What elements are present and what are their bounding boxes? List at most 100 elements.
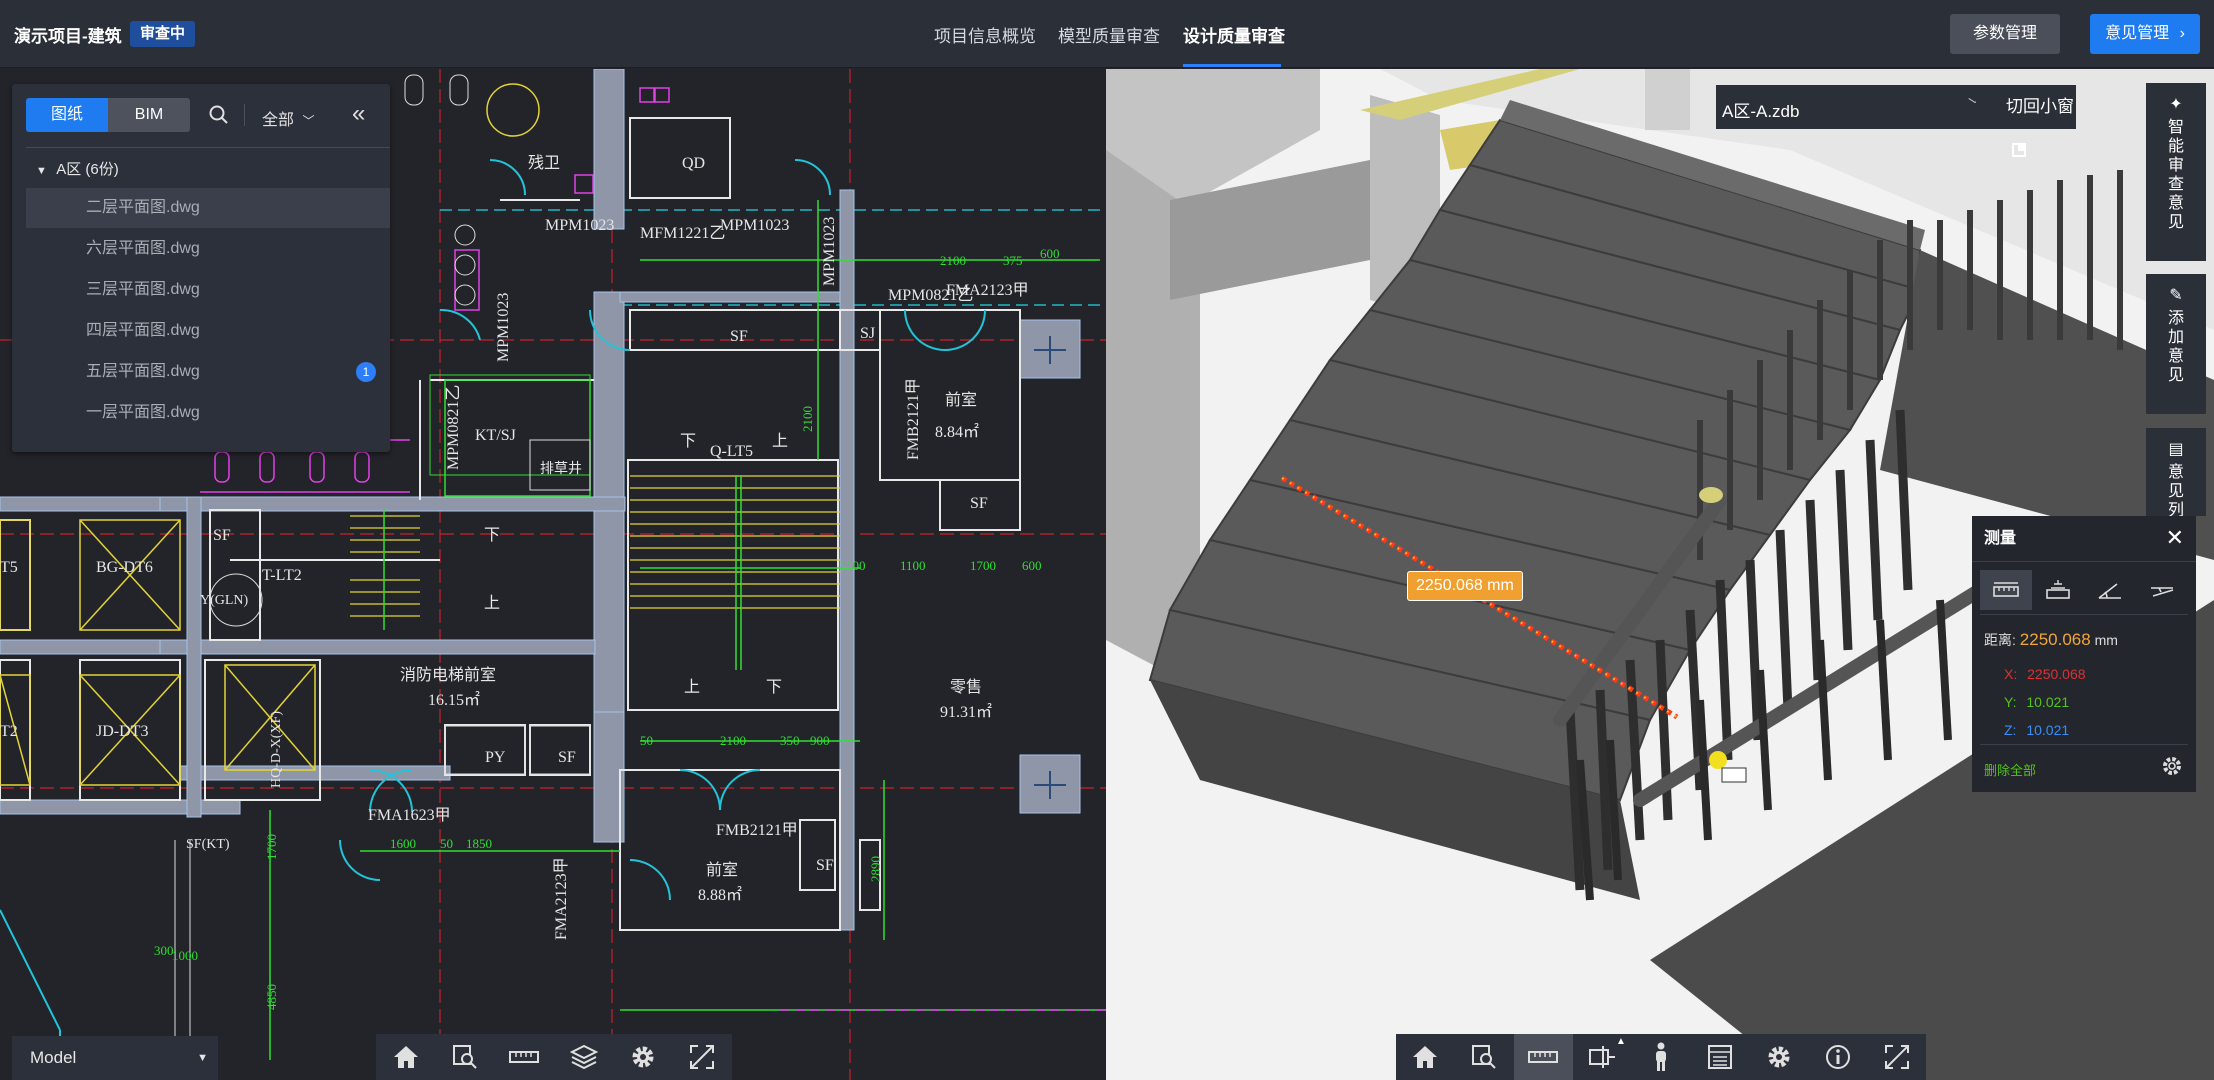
tab-model-quality[interactable]: 模型质量审查	[1058, 22, 1160, 47]
svg-text:1100: 1100	[840, 558, 866, 573]
svg-text:4850: 4850	[264, 984, 279, 1010]
layers-icon[interactable]	[554, 1034, 613, 1080]
svg-text:T-LT2: T-LT2	[262, 567, 302, 584]
svg-text:MFM1221乙: MFM1221乙	[640, 225, 725, 242]
zoom-window-icon[interactable]	[1455, 1034, 1514, 1080]
svg-text:SF: SF	[816, 857, 834, 874]
svg-text:零售: 零售	[950, 678, 982, 696]
file-item[interactable]: 五层平面图.dwg 1	[26, 352, 390, 392]
restore-small-window-button[interactable]: 切回小窗	[1976, 85, 2076, 157]
svg-text:50: 50	[440, 836, 453, 851]
opinion-list-button[interactable]: ▤ 意见列表	[2146, 428, 2206, 516]
opinion-management-button[interactable]: 意见管理 ›	[2090, 14, 2200, 54]
svg-text:MPM1023: MPM1023	[495, 293, 512, 362]
status-badge: 审查中	[130, 21, 196, 47]
file-item[interactable]: 二层平面图.dwg	[26, 188, 390, 228]
svg-text:消防电梯前室: 消防电梯前室	[400, 666, 496, 684]
caret-down-icon: ▼	[197, 1052, 208, 1064]
fullscreen-icon[interactable]	[1867, 1034, 1926, 1080]
measure-divider	[1980, 744, 2188, 745]
walk-person-icon[interactable]	[1632, 1034, 1691, 1080]
opinion-list-label: 意见列表	[2167, 464, 2184, 516]
svg-text:FMA1623甲: FMA1623甲	[368, 807, 451, 824]
svg-text:PY: PY	[485, 749, 506, 766]
tab-design-quality[interactable]: 设计质量审查	[1183, 22, 1285, 47]
svg-text:350: 350	[780, 733, 800, 748]
settings-icon[interactable]	[2160, 754, 2184, 778]
gear-icon[interactable]	[1749, 1034, 1808, 1080]
collapse-panel-icon[interactable]: «	[352, 100, 365, 128]
filter-dropdown[interactable]: 全部 ﹀	[262, 106, 314, 130]
y-label: Y:	[2004, 694, 2017, 710]
tab-bim[interactable]: BIM	[108, 98, 190, 132]
measure-mode-tabs	[1980, 570, 2188, 610]
file-item[interactable]: 六层平面图.dwg	[26, 229, 390, 269]
file-item[interactable]: 三层平面图.dwg	[26, 270, 390, 310]
svg-text:8.84㎡: 8.84㎡	[935, 423, 979, 441]
search-icon[interactable]	[208, 104, 230, 126]
home-icon[interactable]	[1396, 1034, 1455, 1080]
svg-text:MPM1023: MPM1023	[821, 217, 838, 286]
svg-text:FMA2123甲: FMA2123甲	[553, 857, 570, 940]
measure-ruler-icon[interactable]	[1513, 1034, 1573, 1080]
svg-text:2100: 2100	[720, 733, 746, 748]
gear-icon[interactable]	[613, 1034, 672, 1080]
svg-text:上: 上	[484, 594, 500, 612]
distance-measure-icon[interactable]	[1980, 570, 2032, 610]
svg-text:前室: 前室	[706, 861, 738, 879]
layout-select-value: Model	[30, 1048, 77, 1067]
measure-ruler-icon[interactable]	[495, 1034, 554, 1080]
svg-text:600: 600	[1022, 558, 1042, 573]
layout-select[interactable]: Model ▼	[12, 1036, 218, 1080]
elevation-measure-icon[interactable]	[2032, 570, 2084, 610]
zoom-window-icon[interactable]	[435, 1034, 494, 1080]
svg-text:QD: QD	[682, 155, 705, 172]
svg-text:BG-DT6: BG-DT6	[96, 559, 153, 576]
tree-group-a[interactable]: ▼ A区 (6份)	[36, 158, 119, 179]
file-item[interactable]: 四层平面图.dwg	[26, 311, 390, 351]
param-management-button[interactable]: 参数管理	[1950, 14, 2060, 54]
add-opinion-button[interactable]: ✎ 添加意见	[2146, 274, 2206, 414]
smart-review-button[interactable]: ✦ 智能审查意见	[2146, 83, 2206, 261]
properties-list-icon[interactable]	[1690, 1034, 1749, 1080]
restore-window-icon	[2012, 143, 2026, 157]
tab-project-overview[interactable]: 项目信息概览	[934, 22, 1036, 47]
svg-text:上: 上	[684, 678, 700, 696]
add-opinion-label: 添加意见	[2167, 310, 2184, 384]
slope-measure-icon[interactable]	[2136, 570, 2188, 610]
delete-all-button[interactable]: 删除全部	[1984, 760, 2036, 779]
file-item[interactable]: 一层平面图.dwg	[26, 393, 390, 433]
svg-text:91.31㎡: 91.31㎡	[940, 703, 992, 721]
svg-text:SF: SF	[730, 328, 748, 345]
svg-text:900: 900	[810, 733, 830, 748]
svg-text:600: 600	[1040, 246, 1060, 261]
svg-text:1000: 1000	[172, 948, 198, 963]
svg-text:JD-DT3: JD-DT3	[96, 723, 148, 740]
model-file-select[interactable]: A区-A.zdb ﹀	[1716, 85, 1982, 129]
measure-panel-title: 测量	[1972, 516, 2196, 562]
cad-toolbar	[376, 1034, 732, 1080]
svg-text:排草井: 排草井	[540, 461, 582, 477]
svg-text:上: 上	[772, 432, 788, 450]
svg-text:SJ: SJ	[860, 325, 875, 342]
restore-small-window-label: 切回小窗	[2006, 97, 2074, 116]
svg-text:16.15㎡: 16.15㎡	[428, 691, 480, 709]
measurement-label: 2250.068 mm	[1407, 571, 1523, 601]
tab-drawings[interactable]: 图纸	[26, 98, 108, 132]
svg-text:Y(GLN): Y(GLN)	[200, 593, 249, 608]
fullscreen-icon[interactable]	[673, 1034, 732, 1080]
svg-text:8.88㎡: 8.88㎡	[698, 886, 742, 904]
svg-text:FMB2121甲: FMB2121甲	[905, 378, 922, 460]
opinion-management-label: 意见管理	[2105, 25, 2170, 42]
svg-text:残卫: 残卫	[528, 154, 560, 172]
info-icon[interactable]	[1808, 1034, 1867, 1080]
svg-text:下: 下	[680, 433, 696, 450]
distance-label: 距离:	[1984, 632, 2016, 648]
tree-group-label: A区 (6份)	[56, 161, 119, 178]
home-icon[interactable]	[376, 1034, 435, 1080]
svg-text:1850: 1850	[466, 836, 492, 851]
close-icon[interactable]: ✕	[2166, 525, 2184, 551]
x-value: 2250.068	[2027, 666, 2086, 682]
x-label: X:	[2004, 666, 2018, 682]
angle-measure-icon[interactable]	[2084, 570, 2136, 610]
